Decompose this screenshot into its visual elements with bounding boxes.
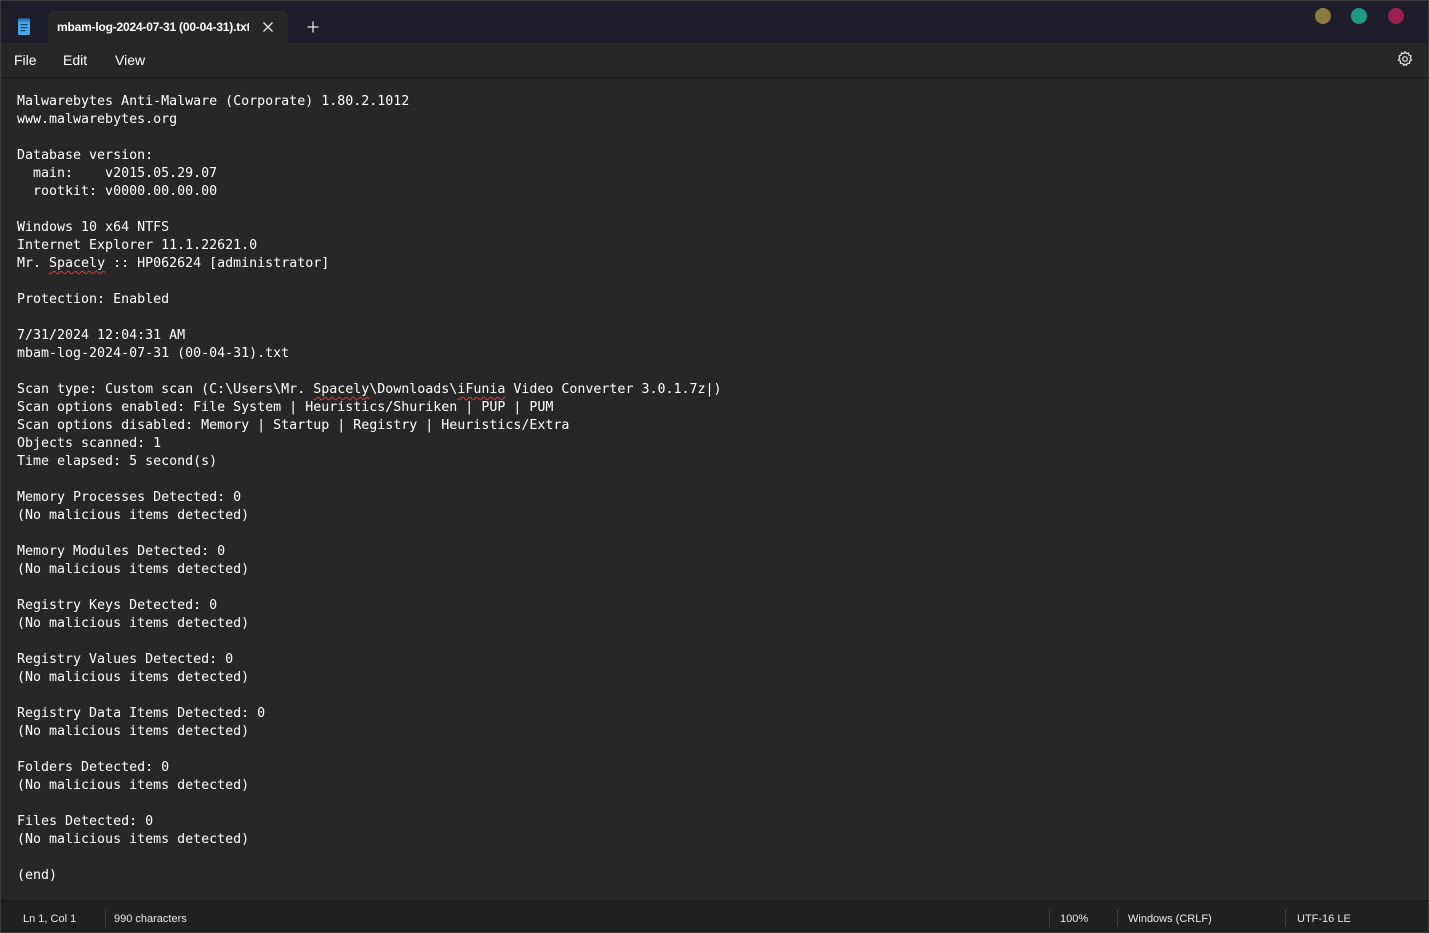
title-bar: mbam-log-2024-07-31 (00-04-31).txt [1, 1, 1428, 43]
text-line[interactable] [17, 687, 1397, 705]
tab-active-document[interactable]: mbam-log-2024-07-31 (00-04-31).txt [48, 11, 288, 43]
close-icon[interactable] [260, 19, 276, 35]
text-line[interactable] [17, 273, 1397, 291]
text-line[interactable]: (No malicious items detected) [17, 561, 1397, 579]
text-line[interactable]: main: v2015.05.29.07 [17, 165, 1397, 183]
text-line[interactable]: Memory Processes Detected: 0 [17, 489, 1397, 507]
text-line[interactable]: Registry Values Detected: 0 [17, 651, 1397, 669]
status-divider [1117, 909, 1118, 927]
notepad-window: mbam-log-2024-07-31 (00-04-31).txt File … [0, 0, 1429, 933]
menu-view[interactable]: View [115, 52, 145, 68]
text-line[interactable]: (No malicious items detected) [17, 507, 1397, 525]
text-line[interactable] [17, 525, 1397, 543]
text-editor[interactable]: Malwarebytes Anti-Malware (Corporate) 1.… [1, 78, 1428, 901]
text-line[interactable]: (end) [17, 867, 1397, 885]
encoding[interactable]: UTF-16 LE [1297, 913, 1351, 925]
text-line[interactable]: Folders Detected: 0 [17, 759, 1397, 777]
vertical-scrollbar[interactable] [1422, 79, 1428, 901]
text-line[interactable]: Registry Data Items Detected: 0 [17, 705, 1397, 723]
character-count: 990 characters [114, 913, 187, 925]
text-line[interactable]: mbam-log-2024-07-31 (00-04-31).txt [17, 345, 1397, 363]
status-divider [105, 909, 106, 927]
menu-bar: File Edit View [1, 43, 1428, 78]
text-line[interactable]: (No malicious items detected) [17, 615, 1397, 633]
text-line[interactable]: Windows 10 x64 NTFS [17, 219, 1397, 237]
window-dot-gold[interactable] [1315, 8, 1331, 24]
text-line[interactable] [17, 363, 1397, 381]
document-text[interactable]: Malwarebytes Anti-Malware (Corporate) 1.… [17, 93, 1397, 885]
text-line[interactable]: rootkit: v0000.00.00.00 [17, 183, 1397, 201]
misspelled-word[interactable]: Spacely [49, 256, 105, 271]
menu-file[interactable]: File [14, 52, 37, 68]
window-dot-magenta[interactable] [1388, 8, 1404, 24]
text-line[interactable] [17, 741, 1397, 759]
text-line[interactable] [17, 309, 1397, 327]
text-line[interactable]: Internet Explorer 11.1.22621.0 [17, 237, 1397, 255]
status-bar: Ln 1, Col 1 990 characters 100% Windows … [1, 900, 1428, 932]
zoom-level[interactable]: 100% [1060, 913, 1088, 925]
text-line[interactable]: Memory Modules Detected: 0 [17, 543, 1397, 561]
text-line[interactable] [17, 201, 1397, 219]
text-line[interactable]: Malwarebytes Anti-Malware (Corporate) 1.… [17, 93, 1397, 111]
text-line[interactable]: Time elapsed: 5 second(s) [17, 453, 1397, 471]
menu-edit[interactable]: Edit [63, 52, 87, 68]
text-line[interactable] [17, 849, 1397, 867]
text-line[interactable]: (No malicious items detected) [17, 777, 1397, 795]
text-line[interactable] [17, 795, 1397, 813]
text-line[interactable]: (No malicious items detected) [17, 669, 1397, 687]
text-line[interactable] [17, 579, 1397, 597]
text-line[interactable]: Database version: [17, 147, 1397, 165]
text-line[interactable]: 7/31/2024 12:04:31 AM [17, 327, 1397, 345]
text-line[interactable] [17, 633, 1397, 651]
status-divider [1049, 909, 1050, 927]
text-line[interactable]: (No malicious items detected) [17, 831, 1397, 849]
tab-title: mbam-log-2024-07-31 (00-04-31).txt [57, 20, 249, 34]
notepad-icon [16, 18, 32, 36]
text-line[interactable]: Mr. Spacely :: HP062624 [administrator] [17, 255, 1397, 273]
text-line[interactable]: Scan options enabled: File System | Heur… [17, 399, 1397, 417]
text-line[interactable]: (No malicious items detected) [17, 723, 1397, 741]
text-line[interactable]: Registry Keys Detected: 0 [17, 597, 1397, 615]
text-line[interactable]: Scan options disabled: Memory | Startup … [17, 417, 1397, 435]
text-line[interactable]: Objects scanned: 1 [17, 435, 1397, 453]
misspelled-word[interactable]: Spacely [313, 382, 369, 397]
window-dot-teal[interactable] [1351, 8, 1367, 24]
text-line[interactable]: Scan type: Custom scan (C:\Users\Mr. Spa… [17, 381, 1397, 399]
status-divider [1285, 909, 1286, 927]
text-line[interactable] [17, 129, 1397, 147]
text-line[interactable] [17, 471, 1397, 489]
text-line[interactable]: www.malwarebytes.org [17, 111, 1397, 129]
text-line[interactable]: Files Detected: 0 [17, 813, 1397, 831]
misspelled-word[interactable]: iFunia [457, 382, 505, 397]
line-ending[interactable]: Windows (CRLF) [1128, 913, 1212, 925]
gear-icon[interactable] [1396, 50, 1414, 68]
plus-icon[interactable] [304, 18, 322, 36]
cursor-position: Ln 1, Col 1 [23, 913, 77, 925]
text-line[interactable]: Protection: Enabled [17, 291, 1397, 309]
